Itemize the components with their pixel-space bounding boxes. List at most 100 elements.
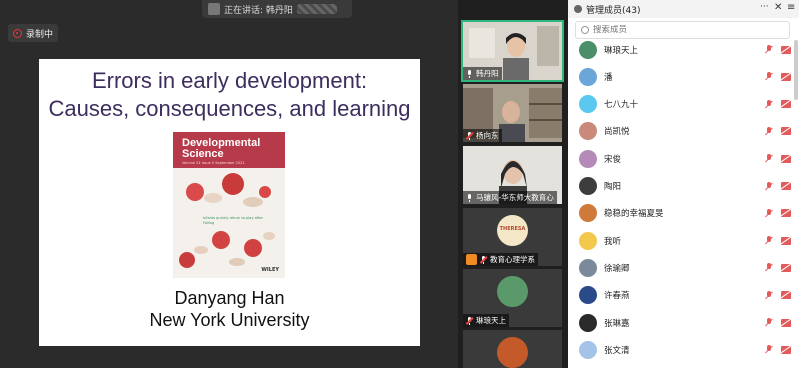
mic-muted-icon[interactable]: [765, 345, 773, 354]
mic-muted-icon[interactable]: [765, 208, 773, 218]
camera-off-icon[interactable]: [781, 100, 791, 109]
member-avatar: [579, 313, 597, 332]
mic-muted-icon[interactable]: [765, 154, 773, 163]
recording-indicator[interactable]: 录制中: [8, 24, 58, 42]
member-name: 潘: [604, 72, 613, 83]
participant-name: 教育心理学系: [490, 255, 535, 264]
participant-avatar: THERESA: [497, 215, 528, 246]
participant-name-bar: 琳琅天上: [463, 314, 509, 327]
member-name: 张文清: [604, 345, 630, 356]
member-search[interactable]: [575, 21, 790, 39]
scrollbar[interactable]: [794, 40, 798, 100]
camera-off-icon[interactable]: [781, 345, 791, 354]
mic-icon: [466, 193, 473, 202]
slide-title-line-1: Errors in early development:: [91, 68, 368, 93]
search-input[interactable]: [593, 25, 783, 35]
member-row[interactable]: 潘: [568, 63, 799, 90]
member-row[interactable]: 我听: [568, 227, 799, 254]
camera-off-icon[interactable]: [781, 182, 791, 190]
mic-muted-icon[interactable]: [765, 263, 773, 272]
mic-muted-icon: [465, 316, 474, 325]
member-avatar: [579, 149, 597, 168]
participant-name-bar: 韩丹阳: [463, 67, 502, 80]
participant-name: 韩丹阳: [476, 69, 499, 78]
journal-cover-image: Developmental Science Volume 24 Issue 5 …: [173, 132, 285, 278]
author-affiliation: New York University: [149, 310, 310, 330]
participant-tile[interactable]: 韩丹阳: [461, 20, 564, 82]
member-name: 陶阳: [604, 182, 622, 192]
member-row[interactable]: 陶阳: [568, 173, 799, 200]
member-name: 尚凯悦: [604, 127, 630, 138]
camera-off-icon[interactable]: [781, 154, 791, 163]
camera-off-icon[interactable]: [781, 127, 791, 136]
blurred-avatar: [296, 4, 337, 14]
camera-off-icon[interactable]: [781, 45, 791, 54]
member-avatar: [579, 41, 597, 59]
camera-off-icon[interactable]: [781, 318, 791, 327]
member-row[interactable]: 七八九十: [568, 91, 799, 118]
member-row[interactable]: 许春燕: [568, 282, 799, 309]
member-avatar: [579, 258, 597, 277]
member-row[interactable]: 琳琅天上: [568, 41, 799, 63]
mic-muted-icon[interactable]: [765, 45, 773, 54]
member-avatar: [579, 204, 597, 223]
camera-off-icon[interactable]: [781, 291, 791, 300]
member-avatar: [579, 286, 597, 305]
menu-icon[interactable]: ≡: [787, 2, 795, 13]
participant-name-bar: 教育心理学系: [463, 253, 538, 266]
camera-off-icon[interactable]: [781, 209, 791, 218]
camera-off-icon[interactable]: [781, 72, 791, 81]
participant-avatar: [497, 337, 528, 368]
mic-icon: [466, 69, 473, 78]
member-avatar: [579, 231, 597, 250]
mic-muted-icon[interactable]: [765, 72, 773, 81]
author-name: Danyang Han: [174, 288, 285, 308]
member-row[interactable]: 张琳嘉: [568, 309, 799, 336]
cover-caption: Infants quickly return to play after Fal…: [203, 216, 263, 225]
slide-title-line-2: Causes, consequences, and learning: [48, 96, 411, 121]
search-icon: [581, 26, 589, 34]
avatar-badge-text: THERESA: [499, 226, 526, 232]
camera-off-icon[interactable]: [781, 263, 791, 272]
host-badge-icon: [466, 254, 477, 265]
mic-muted-icon[interactable]: [765, 318, 773, 327]
participant-avatar: [497, 276, 528, 307]
member-name: 徐瑜卿: [604, 263, 630, 274]
participant-tile[interactable]: THERESA 教育心理学系: [463, 208, 562, 266]
member-row[interactable]: 尚凯悦: [568, 118, 799, 145]
mic-muted-icon: [479, 255, 488, 264]
member-row[interactable]: 张文清: [568, 336, 799, 363]
member-avatar: [579, 340, 597, 359]
member-avatar: [579, 67, 597, 86]
mic-muted-icon[interactable]: [765, 126, 773, 136]
mic-muted-icon[interactable]: [765, 236, 773, 245]
participant-tile[interactable]: 马骧风-华东师大教育心: [463, 146, 562, 204]
member-row[interactable]: 宋俊: [568, 145, 799, 172]
mic-muted-icon[interactable]: [765, 99, 773, 109]
member-avatar: [579, 95, 597, 114]
mic-muted-icon[interactable]: [765, 181, 773, 191]
member-avatar: [579, 177, 597, 195]
more-options-icon[interactable]: ···: [760, 2, 769, 12]
members-panel-title: 管理成员(43): [586, 5, 641, 16]
participant-tile[interactable]: 杨向东: [463, 84, 562, 142]
mic-muted-icon[interactable]: [765, 290, 773, 300]
member-name: 宋俊: [604, 154, 622, 165]
member-row[interactable]: 徐瑜卿: [568, 254, 799, 281]
slide-title: Errors in early development: Causes, con…: [39, 67, 420, 123]
participant-tile[interactable]: 琳琅天上: [463, 269, 562, 327]
member-row[interactable]: 稳稳的幸福夏旻: [568, 200, 799, 227]
cover-publisher: WILEY: [261, 267, 279, 273]
close-icon[interactable]: ✕: [774, 2, 782, 13]
speaker-label: 正在讲话: 韩丹阳: [224, 5, 293, 16]
member-name: 我听: [604, 236, 622, 247]
shared-screen-area: 正在讲话: 韩丹阳 录制中 Errors in early developmen…: [0, 0, 458, 368]
member-list: 琳琅天上潘七八九十尚凯悦宋俊陶阳稳稳的幸福夏旻我听徐瑜卿许春燕 张琳嘉张文清: [568, 41, 799, 368]
participant-name-bar: 马骧风-华东师大教育心: [463, 191, 557, 204]
mic-muted-icon: [465, 131, 474, 140]
participant-name: 马骧风-华东师大教育心: [476, 193, 554, 202]
cover-illustration: [179, 173, 275, 268]
camera-off-icon[interactable]: [781, 236, 791, 245]
slide-author: Danyang Han New York University: [39, 287, 420, 331]
participant-tile[interactable]: [463, 330, 562, 368]
